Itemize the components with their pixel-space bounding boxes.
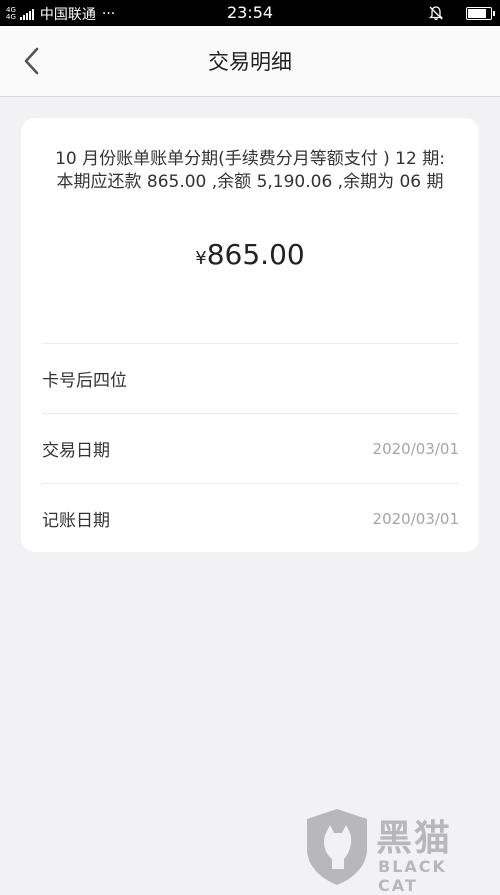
bell-muted-icon [428,5,444,21]
watermark-en: BLACK CAT [378,857,494,895]
row-value: 2020/03/01 [373,510,459,528]
nav-bar: 交易明细 [0,26,500,97]
row-transaction-date: 交易日期 2020/03/01 [42,413,459,483]
transaction-amount: ¥865.00 [21,238,479,271]
row-label: 交易日期 [42,436,110,461]
row-posting-date: 记账日期 2020/03/01 [42,483,459,553]
watermark-cn: 黑猫 [376,809,452,861]
row-card-last-four: 卡号后四位 [42,343,459,413]
row-label: 记账日期 [42,506,110,531]
battery-icon [466,7,492,20]
cat-shield-icon [304,807,370,887]
status-time: 23:54 [0,3,500,22]
row-value: 2020/03/01 [373,440,459,458]
status-right [428,5,492,21]
transaction-description: 10 月份账单账单分期(手续费分月等额支付 ) 12 期:本期应还款 865.0… [51,148,449,194]
currency-symbol: ¥ [195,248,206,269]
transaction-card: 10 月份账单账单分期(手续费分月等额支付 ) 12 期:本期应还款 865.0… [21,118,479,552]
battery-fill [468,9,486,18]
amount-value: 865.00 [207,238,305,271]
watermark-logo: 黑猫 BLACK CAT [304,807,494,887]
status-bar: 4G 4G 中国联通 ··· 23:54 [0,0,500,26]
page-title: 交易明细 [0,46,500,76]
row-label: 卡号后四位 [42,366,127,391]
